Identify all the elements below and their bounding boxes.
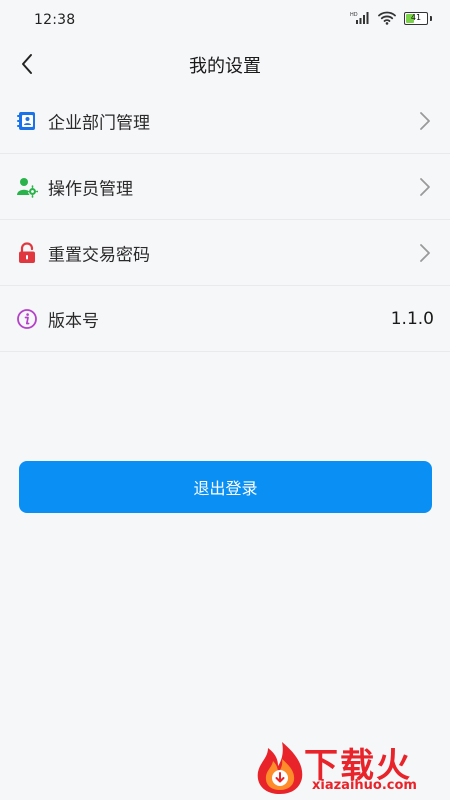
- page-title: 我的设置: [189, 56, 261, 77]
- menu-item-reset-trade-password[interactable]: 重置交易密码: [0, 220, 450, 286]
- menu-item-label: 企业部门管理: [48, 113, 150, 133]
- menu-item-label: 重置交易密码: [48, 245, 150, 265]
- info-icon: [16, 308, 38, 330]
- version-value: 1.1.0: [390, 308, 434, 329]
- chevron-right-icon: [418, 176, 432, 198]
- battery-icon: 41: [404, 11, 428, 25]
- menu-item-department-management[interactable]: 企业部门管理: [0, 88, 450, 154]
- watermark-logo: 下载火 xiazaihuo.com: [254, 738, 440, 796]
- menu-item-label: 操作员管理: [48, 179, 133, 199]
- wifi-icon: [378, 11, 396, 25]
- status-time: 12:38: [34, 12, 76, 28]
- signal-icon: HD: [350, 11, 370, 25]
- watermark-domain: xiazaihuo.com: [312, 778, 417, 793]
- menu-item-label: 版本号: [48, 311, 99, 331]
- logout-button[interactable]: 退出登录: [19, 461, 432, 513]
- settings-menu: 企业部门管理 操作员管理 重置交易密码 版本号 1.1.0: [0, 88, 450, 352]
- flame-logo-icon: [257, 742, 303, 794]
- battery-cap: [430, 15, 432, 21]
- menu-item-version: 版本号 1.1.0: [0, 286, 450, 352]
- user-gear-icon: [16, 176, 38, 198]
- battery-level: 41: [410, 13, 422, 22]
- network-badge: HD: [350, 12, 358, 18]
- header: 我的设置: [0, 40, 450, 88]
- chevron-right-icon: [418, 110, 432, 132]
- lock-icon: [16, 241, 38, 264]
- status-bar: 12:38 HD 41: [0, 0, 450, 40]
- contacts-book-icon: [16, 110, 38, 132]
- menu-item-operator-management[interactable]: 操作员管理: [0, 154, 450, 220]
- chevron-right-icon: [418, 242, 432, 264]
- status-indicators: HD 41: [350, 11, 432, 25]
